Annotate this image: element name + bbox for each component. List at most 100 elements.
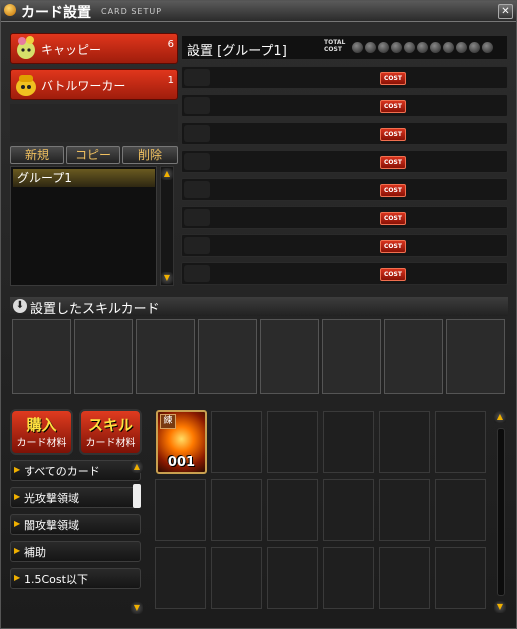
inventory-slot[interactable] — [155, 547, 206, 609]
slot-thumbnail — [184, 181, 210, 198]
title-bar[interactable]: カード設置 CARD SETUP ✕ — [1, 1, 516, 22]
filter-label: 光攻撃領域 — [24, 492, 79, 505]
triangle-right-icon: ▶ — [14, 546, 21, 555]
triangle-right-icon: ▶ — [14, 492, 21, 501]
scroll-down-icon[interactable]: ▼ — [131, 602, 143, 614]
group-list: グループ1 — [10, 166, 157, 286]
scroll-down-icon[interactable]: ▼ — [494, 601, 506, 613]
skill-card-slot[interactable] — [322, 319, 381, 394]
filter-label: 闇攻撃領域 — [24, 519, 79, 532]
inventory-slot[interactable] — [267, 479, 318, 541]
cost-badge: COST — [380, 72, 406, 85]
card-setup-window: カード設置 CARD SETUP ✕ キャッピー 6 バトルワーカー 1 新規 … — [0, 0, 517, 629]
inventory-slot[interactable] — [267, 411, 318, 473]
inventory-slot[interactable] — [435, 547, 486, 609]
cost-pip-icon — [482, 42, 493, 53]
skill-card-material-button[interactable]: スキル カード材料 — [79, 409, 142, 455]
inventory-slot[interactable] — [211, 547, 262, 609]
group-list-item[interactable]: グループ1 — [13, 169, 155, 187]
inventory-slot[interactable] — [323, 411, 374, 473]
card-slot-row[interactable]: COST — [181, 66, 508, 89]
skill-card-slot[interactable] — [198, 319, 257, 394]
skill-card-slot[interactable] — [12, 319, 71, 394]
cost-pip-icon — [456, 42, 467, 53]
copy-group-button[interactable]: コピー — [66, 146, 120, 164]
shop-button-title: 購入 — [26, 416, 57, 434]
scroll-down-icon[interactable]: ▼ — [161, 272, 173, 284]
inventory-scrollbar[interactable]: ▲ ▼ — [494, 410, 508, 614]
skill-card-slot[interactable] — [136, 319, 195, 394]
party-list-empty-area — [10, 104, 178, 142]
inventory-slot[interactable] — [155, 479, 206, 541]
skill-card-slot[interactable] — [74, 319, 133, 394]
inventory-slot[interactable] — [323, 479, 374, 541]
party-item-name: バトルワーカー — [41, 79, 126, 93]
cost-badge: COST — [380, 240, 406, 253]
slot-header: 設置 [グループ1] TOTAL COST — [181, 35, 508, 60]
slot-thumbnail — [184, 265, 210, 282]
cappy-avatar-icon — [17, 36, 35, 59]
inventory-slot[interactable] — [267, 547, 318, 609]
triangle-right-icon: ▶ — [14, 465, 21, 474]
app-coin-icon — [4, 4, 16, 16]
skill-card-slot[interactable] — [446, 319, 505, 394]
buy-card-material-button[interactable]: 購入 カード材料 — [10, 409, 73, 455]
slot-thumbnail — [184, 237, 210, 254]
inventory-slot[interactable] — [435, 479, 486, 541]
skill-card-header: ⬇ 設置したスキルカード — [10, 297, 508, 317]
scroll-track[interactable] — [497, 428, 505, 596]
inventory-slot[interactable] — [379, 411, 430, 473]
inventory-slot[interactable] — [211, 479, 262, 541]
cost-badge: COST — [380, 268, 406, 281]
triangle-right-icon: ▶ — [14, 519, 21, 528]
delete-group-button[interactable]: 削除 — [122, 146, 178, 164]
inventory-slot[interactable] — [211, 411, 262, 473]
filter-dark-attack[interactable]: ▶ 闇攻撃領域 — [10, 514, 141, 535]
cost-badge: COST — [380, 156, 406, 169]
close-button[interactable]: ✕ — [498, 4, 513, 19]
group-list-scrollbar[interactable]: ▲ ▼ — [160, 166, 174, 286]
skill-card-title: 設置したスキルカード — [30, 302, 160, 317]
scroll-up-icon[interactable]: ▲ — [131, 461, 143, 473]
window-subtitle: CARD SETUP — [101, 7, 163, 16]
scroll-up-icon[interactable]: ▲ — [494, 411, 506, 423]
party-item-cappy[interactable]: キャッピー 6 — [10, 33, 178, 64]
total-cost-label-line2: COST — [324, 46, 342, 53]
filter-label: 1.5Cost以下 — [24, 573, 88, 586]
scroll-thumb[interactable] — [133, 484, 141, 508]
card-slot-row[interactable]: COST — [181, 178, 508, 201]
total-cost-label: TOTAL COST — [324, 39, 345, 53]
filter-all-cards[interactable]: ▶ すべてのカード — [10, 460, 141, 481]
window-title: カード設置 — [21, 5, 91, 21]
filter-scrollbar[interactable]: ▲ ▼ — [131, 460, 145, 615]
skill-card-slot[interactable] — [260, 319, 319, 394]
filter-support[interactable]: ▶ 補助 — [10, 541, 141, 562]
slot-thumbnail — [184, 125, 210, 142]
inventory-slot[interactable] — [379, 479, 430, 541]
card-slot-row[interactable]: COST — [181, 94, 508, 117]
filter-light-attack[interactable]: ▶ 光攻撃領域 — [10, 487, 141, 508]
card-slot-row[interactable]: COST — [181, 122, 508, 145]
card-slot-row[interactable]: COST — [181, 206, 508, 229]
cost-badge: COST — [380, 184, 406, 197]
card-slot-row[interactable]: COST — [181, 234, 508, 257]
skill-card-slot[interactable] — [384, 319, 443, 394]
cost-badge: COST — [380, 212, 406, 225]
card-slot-row[interactable]: COST — [181, 262, 508, 285]
scroll-up-icon[interactable]: ▲ — [161, 168, 173, 180]
cost-badge: COST — [380, 100, 406, 113]
cost-pip-icon — [352, 42, 363, 53]
filter-label: 補助 — [24, 546, 46, 559]
inventory-slot[interactable] — [323, 547, 374, 609]
filter-cost-under-1-5[interactable]: ▶ 1.5Cost以下 — [10, 568, 141, 589]
party-item-battle-worker[interactable]: バトルワーカー 1 — [10, 69, 178, 100]
battle-worker-avatar-icon — [16, 75, 36, 96]
slot-thumbnail — [184, 97, 210, 114]
card-slot-row[interactable]: COST — [181, 150, 508, 173]
inventory-card-001[interactable]: 練 001 — [156, 410, 207, 474]
new-group-button[interactable]: 新規 — [10, 146, 64, 164]
cost-pip-icon — [404, 42, 415, 53]
down-arrow-icon: ⬇ — [13, 299, 27, 313]
inventory-slot[interactable] — [435, 411, 486, 473]
inventory-slot[interactable] — [379, 547, 430, 609]
